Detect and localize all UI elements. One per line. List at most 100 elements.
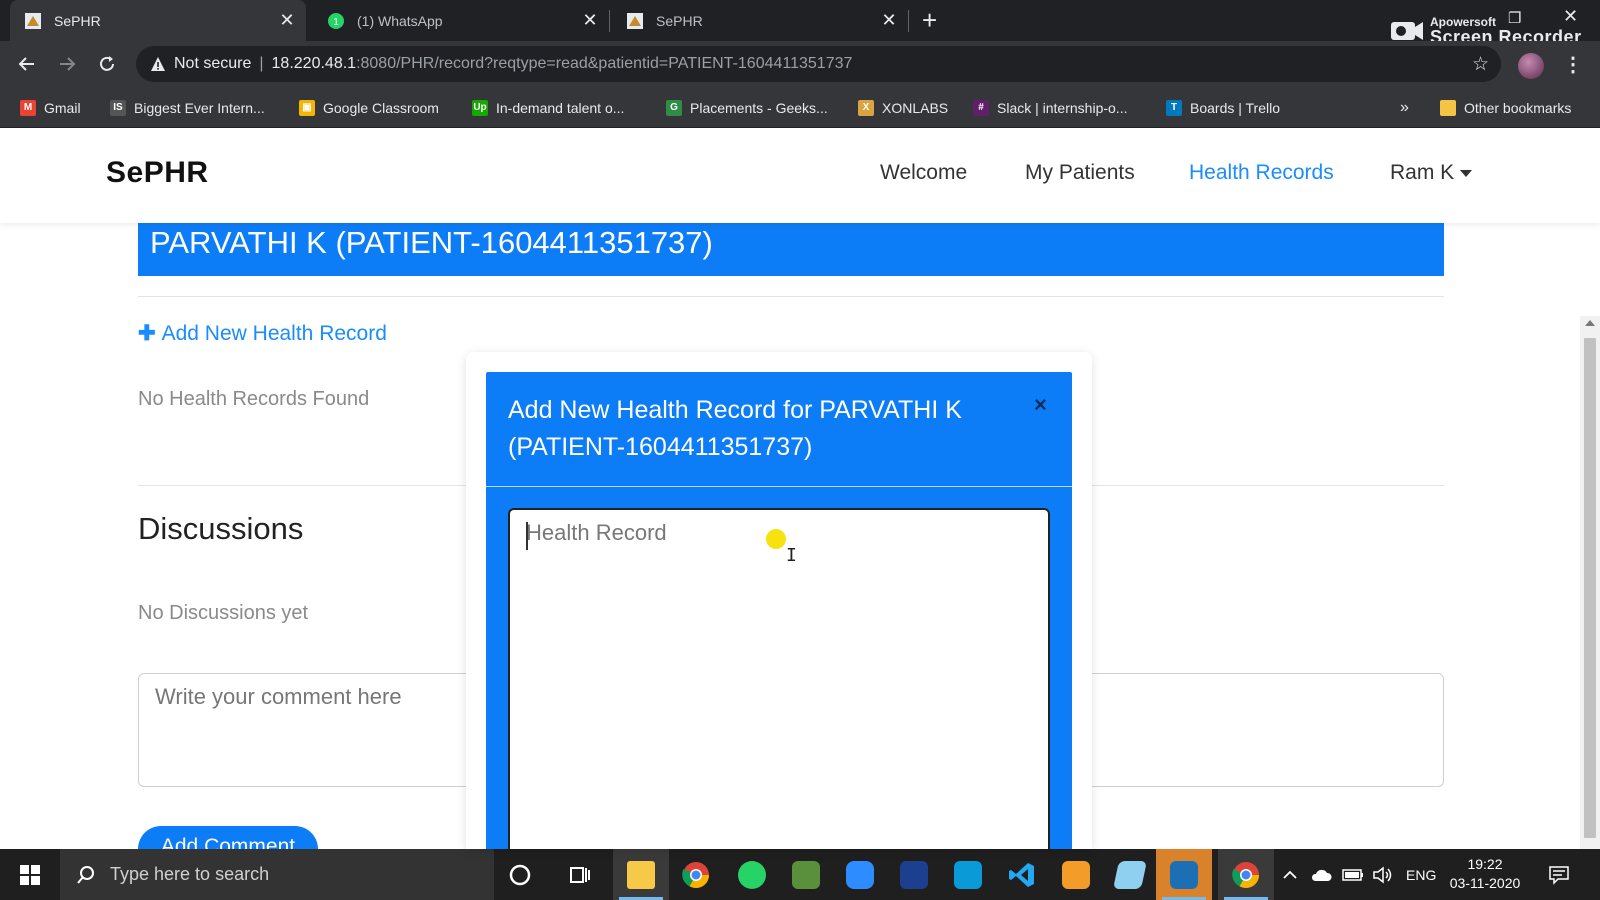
whatsapp-icon[interactable] (724, 849, 780, 900)
devcpp-icon[interactable] (886, 849, 942, 900)
scrollbar-thumb[interactable] (1584, 338, 1596, 838)
bookmark-slack[interactable]: # Slack | internship-o... (973, 87, 1127, 128)
new-tab-icon[interactable]: + (922, 7, 937, 33)
tab-divider (609, 10, 610, 32)
close-tab-icon[interactable]: ✕ (876, 10, 902, 31)
cortana-icon[interactable] (492, 849, 548, 900)
bookmark-label: Slack | internship-o... (997, 99, 1128, 116)
bookmark-internshala[interactable]: IS Biggest Ever Intern... (110, 87, 265, 128)
bookmark-geeksforgeeks[interactable]: G Placements - Geeks... (666, 87, 828, 128)
vscode-icon[interactable] (994, 849, 1050, 900)
onedrive-icon[interactable] (1310, 849, 1332, 900)
svg-text:1: 1 (333, 17, 339, 28)
tab-whatsapp[interactable]: 1 (1) WhatsApp ✕ (313, 0, 609, 41)
geeksforgeeks-icon: G (666, 99, 682, 116)
sephr-favicon-icon (626, 12, 644, 30)
action-center-icon[interactable] (1548, 849, 1570, 900)
whatsapp-favicon-icon: 1 (327, 12, 345, 30)
task-view-icon[interactable] (552, 849, 608, 900)
profile-avatar[interactable] (1518, 53, 1544, 79)
bookmark-star-icon[interactable]: ☆ (1472, 53, 1489, 76)
trello-icon: T (1166, 99, 1182, 116)
health-record-textarea[interactable]: Health Record (508, 508, 1050, 849)
text-caret (526, 522, 528, 550)
screen-recorder-app-icon[interactable] (1156, 849, 1212, 900)
divider (138, 296, 1444, 297)
add-health-record-modal: Add New Health Record for PARVATHI K (PA… (486, 372, 1072, 849)
media-player-icon[interactable] (1048, 849, 1104, 900)
bookmarks-overflow[interactable]: » (1400, 87, 1409, 128)
upwork-icon: Up (472, 99, 488, 116)
chrome-active-icon[interactable] (1218, 849, 1274, 900)
camera-app-icon[interactable] (940, 849, 996, 900)
add-health-record-link[interactable]: ✚ Add New Health Record (138, 321, 387, 346)
bookmark-google-classroom[interactable]: ▣ Google Classroom (299, 87, 439, 128)
close-tab-icon[interactable]: ✕ (577, 10, 603, 31)
windows-start-icon[interactable] (0, 849, 60, 900)
back-arrow-icon[interactable] (13, 50, 41, 78)
no-discussions-message: No Discussions yet (138, 602, 309, 624)
clock-time: 19:22 (1467, 856, 1503, 872)
volume-icon[interactable] (1372, 849, 1394, 900)
plus-icon: ✚ (138, 322, 156, 345)
user-name: Ram K (1390, 161, 1455, 184)
nav-health-records[interactable]: Health Records (1189, 161, 1334, 185)
browser-menu-icon[interactable]: ⋮ (1563, 52, 1583, 77)
bookmark-upwork[interactable]: Up In-demand talent o... (472, 87, 624, 128)
bookmark-trello[interactable]: T Boards | Trello (1166, 87, 1280, 128)
close-icon[interactable]: × (1034, 392, 1047, 418)
system-clock[interactable]: 19:22 03-11-2020 (1440, 855, 1530, 893)
bookmark-label: In-demand talent o... (496, 99, 625, 116)
taskbar-search[interactable]: Type here to search (60, 849, 494, 900)
notes-app-icon[interactable] (1102, 849, 1158, 900)
zoom-icon[interactable] (832, 849, 888, 900)
bookmark-label: Gmail (44, 99, 81, 116)
bookmark-xonlabs[interactable]: X XONLABS (858, 87, 948, 128)
forward-arrow-icon[interactable] (53, 50, 81, 78)
address-bar[interactable]: Not secure | 18.220.48.1:8080/PHR/record… (136, 46, 1501, 82)
show-hidden-icons[interactable] (1282, 849, 1298, 900)
chrome-icon[interactable] (668, 849, 724, 900)
bookmark-label: Boards | Trello (1190, 99, 1281, 116)
folder-icon (1440, 99, 1456, 116)
nav-my-patients[interactable]: My Patients (1025, 161, 1135, 185)
patient-header: PARVATHI K (PATIENT-1604411351737) (138, 223, 1444, 276)
url-host: 18.220.48.1 (271, 55, 357, 72)
bookmark-gmail[interactable]: M Gmail (20, 87, 81, 128)
security-status: Not secure (174, 55, 252, 72)
close-tab-icon[interactable]: ✕ (274, 10, 300, 31)
tab-sephr-active[interactable]: SePHR ✕ (10, 0, 306, 41)
internshala-icon: IS (110, 99, 126, 116)
cursor-highlight (766, 529, 786, 549)
app-navbar: SePHR Welcome My Patients Health Records… (0, 128, 1600, 223)
page-scrollbar[interactable] (1580, 316, 1600, 849)
restore-window-icon[interactable]: ❐ (1508, 9, 1521, 27)
browser-tab-strip: SePHR ✕ 1 (1) WhatsApp ✕ SePHR ✕ + Apowe… (0, 0, 1600, 46)
file-explorer-icon[interactable] (613, 849, 669, 900)
close-window-icon[interactable]: ✕ (1563, 6, 1578, 27)
language-indicator[interactable]: ENG (1406, 849, 1436, 900)
chevron-down-icon (1460, 169, 1473, 177)
app-logo[interactable]: SePHR (106, 156, 209, 190)
search-icon (77, 865, 94, 884)
other-bookmarks[interactable]: Other bookmarks (1440, 87, 1571, 128)
health-record-placeholder: Health Record (526, 520, 667, 545)
battery-icon[interactable] (1342, 849, 1364, 900)
slack-icon: # (973, 99, 989, 116)
user-menu[interactable]: Ram K (1390, 161, 1473, 185)
classroom-icon: ▣ (299, 99, 315, 116)
tab-sephr[interactable]: SePHR ✕ (612, 0, 908, 41)
browser-toolbar: Not secure | 18.220.48.1:8080/PHR/record… (0, 41, 1600, 87)
add-record-label: Add New Health Record (161, 322, 387, 345)
scroll-up-icon[interactable] (1585, 320, 1595, 326)
sephr-favicon-icon (24, 12, 42, 30)
reload-icon[interactable] (93, 50, 121, 78)
add-comment-button[interactable]: Add Comment (138, 826, 318, 849)
bookmark-label: XONLABS (882, 99, 949, 116)
warning-icon (151, 57, 165, 71)
nav-welcome[interactable]: Welcome (880, 161, 967, 185)
tab-divider (908, 10, 909, 32)
bookmark-label: Google Classroom (323, 99, 439, 116)
bookmark-label: Biggest Ever Intern... (134, 99, 265, 116)
app-chart-icon[interactable] (778, 849, 834, 900)
